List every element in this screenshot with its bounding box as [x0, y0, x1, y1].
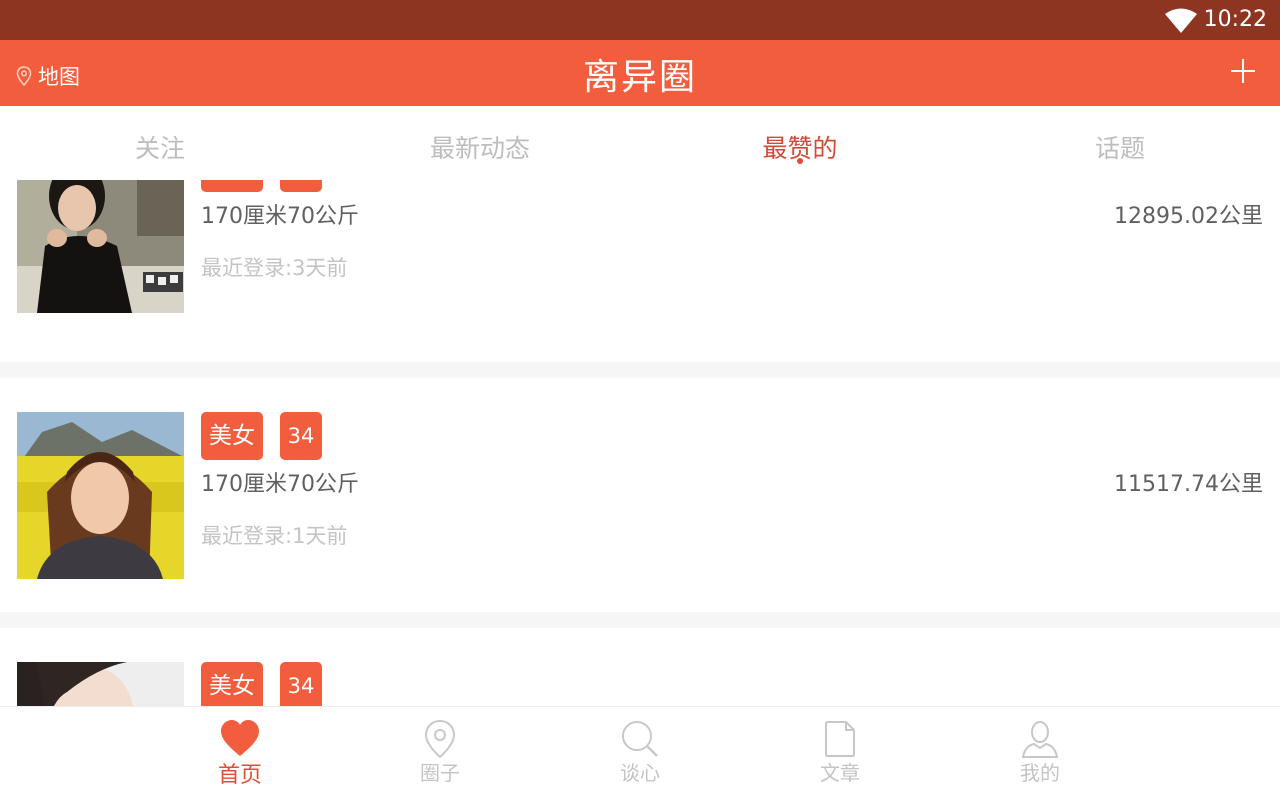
tab-label: 关注	[134, 134, 185, 163]
tab-bar: 关注 最新动态 最赞的 话题	[0, 106, 1280, 180]
distance: 12895.02公里	[1114, 204, 1263, 229]
nav-label: 谈心	[620, 761, 660, 785]
avatar[interactable]	[17, 180, 184, 313]
age-badge[interactable]: 34	[280, 662, 322, 706]
app-bar: 地图 离异圈	[0, 40, 1280, 106]
age-badge[interactable]: 34	[280, 412, 322, 460]
list-item[interactable]: 美女 34	[0, 628, 1280, 706]
user-list[interactable]: 美女 34 170厘米70公斤 最近登录:3天前 12895.02公里 美女 3…	[0, 180, 1280, 706]
age-badge[interactable]: 34	[280, 180, 322, 192]
person-icon	[1021, 721, 1059, 758]
last-login: 最近登录:1天前	[201, 524, 348, 548]
bottom-navigation: 首页 圈子 谈心 文章 我的	[0, 706, 1280, 800]
nav-profile[interactable]: 我的	[980, 707, 1100, 801]
search-icon	[622, 721, 658, 757]
list-item[interactable]: 美女 34 170厘米70公斤 最近登录:3天前 12895.02公里	[0, 180, 1280, 330]
nav-home[interactable]: 首页	[180, 707, 300, 801]
document-icon	[825, 721, 855, 757]
divider	[0, 612, 1280, 628]
avatar[interactable]	[17, 412, 184, 579]
nav-articles[interactable]: 文章	[780, 707, 900, 801]
tab-topics[interactable]: 话题	[960, 106, 1280, 180]
divider	[0, 362, 1280, 378]
nav-label: 首页	[217, 763, 262, 788]
tab-latest[interactable]: 最新动态	[320, 106, 640, 180]
page-title: 离异圈	[582, 57, 697, 98]
nav-label: 我的	[1020, 761, 1060, 785]
nav-label: 圈子	[420, 761, 460, 785]
wifi-icon	[1165, 8, 1197, 33]
status-time: 10:22	[1203, 7, 1267, 32]
status-bar: 10:22	[0, 0, 1280, 40]
plus-icon[interactable]	[1228, 56, 1258, 86]
tab-following[interactable]: 关注	[0, 106, 320, 180]
tab-most-liked[interactable]: 最赞的	[640, 106, 960, 180]
active-tab-indicator	[797, 158, 803, 164]
distance: 11517.74公里	[1114, 472, 1263, 497]
tag-badge[interactable]: 美女	[201, 412, 263, 460]
tag-badge[interactable]: 美女	[201, 662, 263, 706]
height-weight: 170厘米70公斤	[201, 204, 359, 229]
last-login: 最近登录:3天前	[201, 256, 348, 280]
location-pin-icon	[424, 719, 456, 759]
tab-label: 话题	[1094, 134, 1145, 163]
tab-label: 最新动态	[429, 134, 530, 163]
heart-icon	[221, 720, 259, 756]
avatar[interactable]	[17, 662, 184, 706]
nav-circle[interactable]: 圈子	[380, 707, 500, 801]
list-item[interactable]: 美女 34 170厘米70公斤 最近登录:1天前 11517.74公里	[0, 378, 1280, 579]
height-weight: 170厘米70公斤	[201, 472, 359, 497]
tag-badge[interactable]: 美女	[201, 180, 263, 192]
nav-chat[interactable]: 谈心	[580, 707, 700, 801]
nav-label: 文章	[820, 761, 860, 785]
